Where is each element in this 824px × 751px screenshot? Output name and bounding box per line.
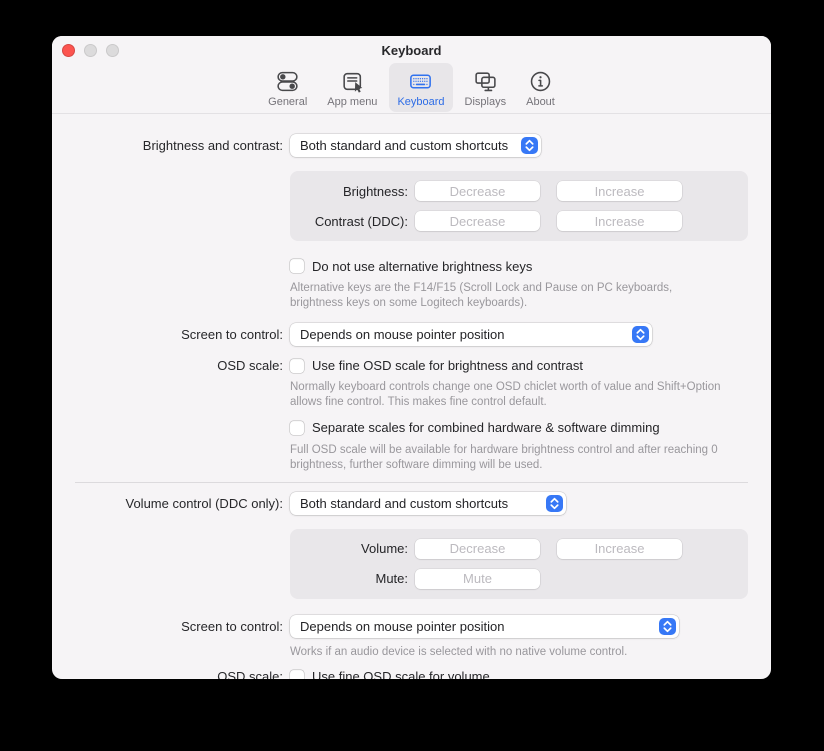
tab-general[interactable]: General: [260, 63, 315, 112]
separate-scales-checkbox[interactable]: [290, 421, 304, 435]
popup-updown-chevron-icon: [521, 137, 538, 154]
volume-increase-shortcut-button[interactable]: Increase: [557, 539, 682, 559]
alt-brightness-keys-checkbox[interactable]: [290, 259, 304, 273]
window-title: Keyboard: [52, 36, 771, 64]
brightness-contrast-label: Brightness and contrast:: [52, 138, 283, 153]
info-icon: [528, 68, 553, 94]
fine-osd-volume-checkbox[interactable]: [290, 670, 304, 679]
popup-updown-chevron-icon: [632, 326, 649, 343]
mute-row-label: Mute:: [290, 571, 408, 586]
tab-keyboard[interactable]: Keyboard: [389, 63, 452, 112]
volume-row-label: Volume:: [290, 541, 408, 556]
separate-scales-help-text: Full OSD scale will be available for har…: [290, 443, 727, 473]
volume-shortcuts-select[interactable]: Both standard and custom shortcuts: [290, 492, 566, 515]
titlebar: Keyboard General: [52, 36, 771, 114]
tab-about[interactable]: About: [518, 63, 563, 112]
switches-icon: [275, 68, 300, 94]
alt-keys-help-text: Alternative keys are the F14/F15 (Scroll…: [290, 281, 727, 311]
volume-screen-select[interactable]: Depends on mouse pointer position: [290, 615, 679, 638]
brightness-shortcuts-select[interactable]: Both standard and custom shortcuts: [290, 134, 541, 157]
tab-label: Keyboard: [397, 96, 444, 108]
osd-scale-label: OSD scale:: [52, 358, 283, 373]
settings-content: Brightness and contrast: Both standard a…: [52, 114, 771, 679]
brightness-decrease-shortcut-button[interactable]: Decrease: [415, 181, 540, 201]
brightness-increase-shortcut-button[interactable]: Increase: [557, 181, 682, 201]
tab-displays[interactable]: Displays: [457, 63, 515, 112]
volume-screen-help-text: Works if an audio device is selected wit…: [290, 645, 627, 660]
osd-scale-label: OSD scale:: [52, 669, 283, 679]
contrast-row-label: Contrast (DDC):: [290, 214, 408, 229]
volume-shortcuts-group: Volume: Decrease Increase Mute: Mute: [290, 529, 748, 599]
brightness-shortcuts-group: Brightness: Decrease Increase Contrast (…: [290, 171, 748, 241]
preferences-window: Keyboard General: [52, 36, 771, 679]
menu-cursor-icon: [340, 68, 365, 94]
keyboard-icon: [408, 68, 433, 94]
tab-app-menu[interactable]: App menu: [319, 63, 385, 112]
popup-updown-chevron-icon: [659, 618, 676, 635]
brightness-row-label: Brightness:: [290, 184, 408, 199]
fine-osd-help-text: Normally keyboard controls change one OS…: [290, 380, 727, 410]
fine-osd-brightness-checkbox[interactable]: [290, 359, 304, 373]
brightness-screen-select[interactable]: Depends on mouse pointer position: [290, 323, 652, 346]
volume-decrease-shortcut-button[interactable]: Decrease: [415, 539, 540, 559]
contrast-decrease-shortcut-button[interactable]: Decrease: [415, 211, 540, 231]
toolbar: General App menu: [52, 63, 771, 112]
section-divider: [75, 482, 748, 483]
mute-shortcut-button[interactable]: Mute: [415, 569, 540, 589]
screen-to-control-label: Screen to control:: [52, 619, 283, 634]
popup-updown-chevron-icon: [546, 495, 563, 512]
volume-control-label: Volume control (DDC only):: [52, 496, 283, 511]
displays-icon: [473, 68, 498, 94]
tab-label: Displays: [465, 96, 507, 108]
tab-label: General: [268, 96, 307, 108]
tab-label: About: [526, 96, 555, 108]
screen-to-control-label: Screen to control:: [52, 327, 283, 342]
tab-label: App menu: [327, 96, 377, 108]
contrast-increase-shortcut-button[interactable]: Increase: [557, 211, 682, 231]
